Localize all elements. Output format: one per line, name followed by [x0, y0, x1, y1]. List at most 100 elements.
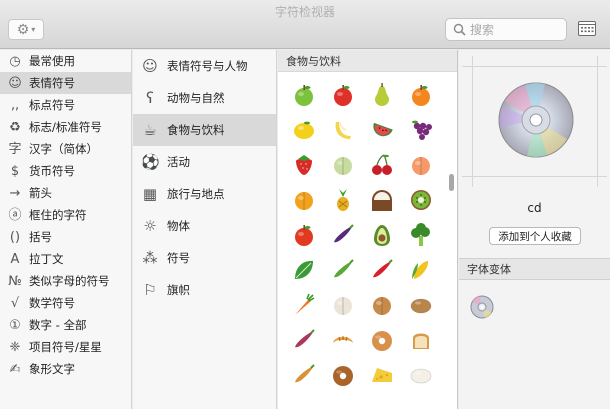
sidebar-label: 数学符号 [29, 296, 75, 310]
emoji-cell[interactable] [323, 217, 362, 252]
corn-icon [411, 260, 428, 279]
sidebar-item[interactable]: ‚, 标点符号 [0, 94, 131, 116]
asterisk-icon: ❈ [9, 339, 21, 355]
emoji-grid-panel: 食物与饮料 [278, 50, 458, 409]
numero-icon: № [8, 273, 22, 289]
emoji-cell[interactable] [323, 147, 362, 182]
category-item[interactable]: ⚐ 旗帜 [133, 274, 276, 306]
sidebar-item[interactable]: ♻ 标志/标准符号 [0, 116, 131, 138]
emoji-cell[interactable] [362, 357, 401, 392]
category-item[interactable]: ʕ 动物与自然 [133, 82, 276, 114]
emoji-cell[interactable] [323, 112, 362, 147]
leafy-green-icon [294, 260, 313, 279]
category-label: 符号 [167, 251, 190, 265]
emoji-cell[interactable] [401, 147, 440, 182]
emoji-cell[interactable] [362, 112, 401, 147]
category-item[interactable]: ☺ 表情符号与人物 [133, 50, 276, 82]
search-field[interactable] [445, 18, 567, 41]
sidebar-item[interactable]: ◷ 最常使用 [0, 50, 131, 72]
font-variants-heading: 字体变体 [459, 258, 610, 280]
category-label: 表情符号与人物 [167, 59, 248, 73]
broccoli-icon [410, 222, 430, 246]
category-item[interactable]: ⁂ 符号 [133, 242, 276, 274]
sweet-potato-icon [294, 328, 315, 347]
clock-icon: ◷ [9, 53, 21, 69]
sidebar-item[interactable]: № 类似字母的符号 [0, 270, 131, 292]
emoji-cell[interactable] [323, 287, 362, 322]
cheese-icon [371, 367, 392, 382]
category-label: 活动 [167, 155, 190, 169]
sidebar-item[interactable]: ❈ 项目符号/星星 [0, 336, 131, 358]
watermelon-icon [372, 122, 393, 136]
category-item[interactable]: ▦ 旅行与地点 [133, 178, 276, 210]
search-input[interactable] [470, 21, 562, 38]
emoji-cell[interactable] [362, 147, 401, 182]
food-icon: ☕ [143, 120, 157, 139]
emoji-cell[interactable] [401, 112, 440, 147]
sidebar-item[interactable]: ✍ 象形文字 [0, 358, 131, 380]
sqrt-icon: √ [10, 295, 20, 311]
emoji-cell[interactable] [362, 77, 401, 112]
emoji-cell[interactable] [401, 357, 440, 392]
emoji-grid [278, 77, 446, 392]
emoji-cell[interactable] [401, 322, 440, 357]
sidebar-label: 拉丁文 [29, 252, 64, 266]
category-label: 物体 [167, 219, 190, 233]
emoji-section-heading: 食物与饮料 [278, 50, 457, 72]
emoji-cell[interactable] [284, 217, 323, 252]
banana-icon [335, 121, 351, 139]
emoji-cell[interactable] [284, 112, 323, 147]
emoji-cell[interactable] [362, 287, 401, 322]
emoji-cell[interactable] [284, 252, 323, 287]
emoji-cell[interactable] [323, 77, 362, 112]
bear-icon: ʕ [146, 88, 154, 107]
category-label: 旅行与地点 [167, 187, 225, 201]
emoji-cell[interactable] [284, 182, 323, 217]
emoji-cell[interactable] [362, 322, 401, 357]
emoji-cell[interactable] [323, 182, 362, 217]
add-to-favorites-button[interactable]: 添加到个人收藏 [489, 227, 581, 245]
sidebar-item[interactable]: A 拉丁文 [0, 248, 131, 270]
emoji-cell[interactable] [401, 252, 440, 287]
sidebar-label: 表情符号 [29, 76, 75, 90]
tomato-icon [294, 224, 313, 246]
sidebar-item[interactable]: ⓐ 框住的字符 [0, 204, 131, 226]
emoji-cell[interactable] [401, 217, 440, 252]
emoji-cell[interactable] [362, 217, 401, 252]
character-preview [462, 56, 607, 187]
emoji-cell[interactable] [323, 357, 362, 392]
sidebar-label: 货币符号 [29, 164, 75, 178]
category-item[interactable]: ⚽ 活动 [133, 146, 276, 178]
category-item[interactable]: ☼ 物体 [133, 210, 276, 242]
emoji-cell[interactable] [401, 77, 440, 112]
emoji-cell[interactable] [362, 252, 401, 287]
croissant-icon [332, 335, 353, 343]
emoji-cell[interactable] [401, 287, 440, 322]
emoji-cell[interactable] [284, 147, 323, 182]
emoji-scrollbar-thumb[interactable] [449, 174, 454, 191]
sidebar-item[interactable]: ☺ 表情符号 [0, 72, 131, 94]
keyboard-grid-icon[interactable] [578, 21, 596, 36]
sidebar-item[interactable]: 字汉字（简体） [0, 138, 131, 160]
emoji-cell[interactable] [284, 77, 323, 112]
chevron-down-icon: ▾ [31, 24, 36, 34]
emoji-cell[interactable] [401, 182, 440, 217]
potato-icon [410, 298, 431, 313]
sidebar-item[interactable]: √ 数学符号 [0, 292, 131, 314]
emoji-cell[interactable] [284, 357, 323, 392]
avocado-icon [373, 224, 390, 246]
optical-disc-small-icon[interactable] [470, 295, 494, 319]
emoji-cell[interactable] [323, 322, 362, 357]
category-item[interactable]: ☕ 食物与饮料 [133, 114, 276, 146]
sidebar-item[interactable]: () 括号 [0, 226, 131, 248]
emoji-cell[interactable] [284, 287, 323, 322]
coconut-icon [371, 189, 392, 211]
action-menu-button[interactable]: ⚙ ▾ [8, 19, 44, 40]
emoji-cell[interactable] [362, 182, 401, 217]
sidebar-item[interactable]: $ 货币符号 [0, 160, 131, 182]
emoji-cell[interactable] [284, 322, 323, 357]
sidebar-item[interactable]: → 箭头 [0, 182, 131, 204]
sidebar-item[interactable]: ① 数字 - 全部 [0, 314, 131, 336]
egg-icon [410, 368, 431, 383]
emoji-cell[interactable] [323, 252, 362, 287]
